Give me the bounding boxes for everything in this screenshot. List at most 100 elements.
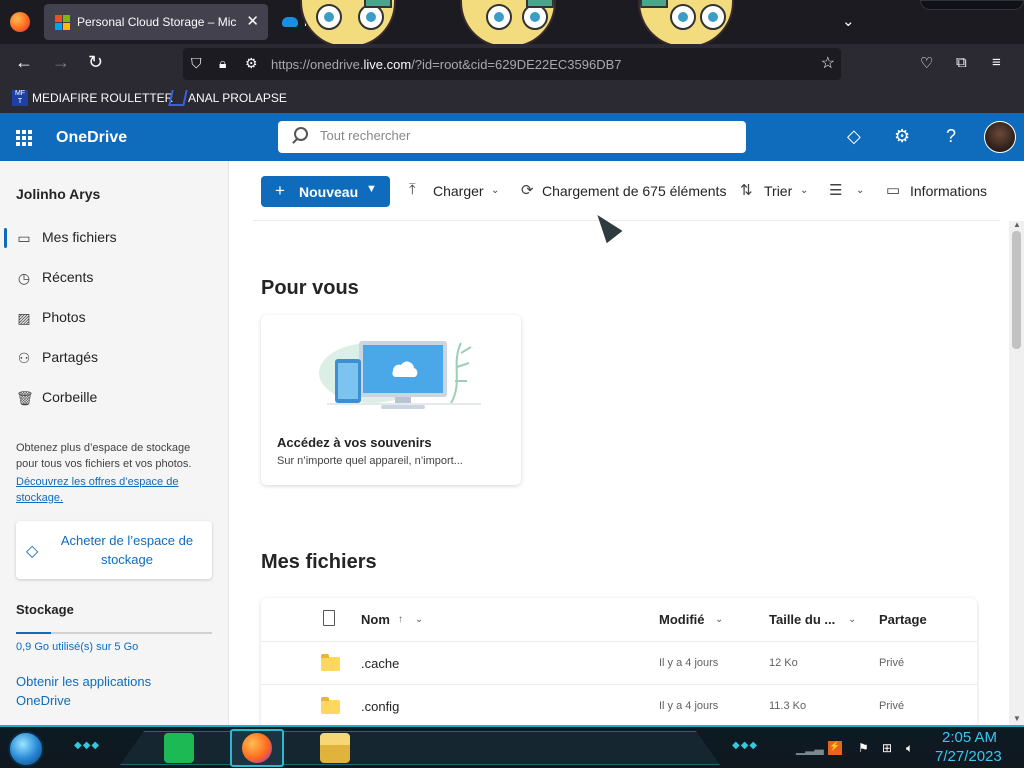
forward-arrow-icon[interactable]: → <box>52 52 70 73</box>
gear-icon[interactable]: ⚙ <box>894 126 910 147</box>
spotify-icon[interactable] <box>164 733 194 763</box>
card-subtitle: Sur n’importe quel appareil, n’import... <box>277 455 463 467</box>
chevron-down-icon[interactable]: ⌄ <box>842 12 855 30</box>
clock-time[interactable]: 2:05 AM <box>942 729 997 746</box>
sidebar-item-corbeille[interactable]: 🗑︎ Corbeille <box>0 380 228 416</box>
bookmark-star-icon[interactable]: ☆ <box>821 53 835 73</box>
flag-icon[interactable]: ⚑ <box>858 741 869 755</box>
taskbar: ◆◆◆ ◆◆◆ ▁▂▃ ⚡ ⚑ ⊞ 🔈︎ 2:05 AM 7/27/2023 <box>0 725 1024 768</box>
sidebar-item-partages[interactable]: ⚇ Partagés <box>0 340 228 376</box>
file-sharing: Privé <box>879 657 905 669</box>
plus-icon: + <box>275 181 285 200</box>
file-modified: Il y a 4 jours <box>659 700 719 712</box>
firefox-icon[interactable] <box>10 12 30 32</box>
firefox-taskbar-icon[interactable] <box>242 733 272 763</box>
clock-date[interactable]: 7/27/2023 <box>935 748 1002 765</box>
url-text[interactable]: https://onedrive.live.com/?id=root&cid=6… <box>271 57 622 72</box>
column-header-modified[interactable]: Modifié <box>659 612 705 627</box>
file-size: 12 Ko <box>769 657 798 669</box>
column-header-name[interactable]: Nom <box>361 612 390 627</box>
table-row[interactable]: .config Il y a 4 jours 11.3 Ko Privé <box>261 684 977 727</box>
upload-icon[interactable]: ⤒ <box>409 181 416 198</box>
app-tray-icon[interactable]: ⚡ <box>828 741 842 755</box>
app-title[interactable]: OneDrive <box>56 129 127 147</box>
card-title: Accédez à vos souvenirs <box>277 435 432 450</box>
sidebar-item-recents[interactable]: ◷ Récents <box>0 260 228 296</box>
storage-progress-fill <box>16 632 52 634</box>
decorative-chevrons: ◆◆◆ <box>732 740 759 751</box>
scroll-up-arrow-icon[interactable]: ▲ <box>1013 220 1021 229</box>
scrollbar-thumb[interactable] <box>1012 231 1021 349</box>
memories-card[interactable]: Accédez à vos souvenirs Sur n’importe qu… <box>261 315 521 485</box>
info-icon[interactable]: ▭ <box>886 181 900 199</box>
avatar[interactable] <box>984 121 1016 153</box>
folder-icon <box>321 697 340 714</box>
user-name: Jolinho Arys <box>16 186 101 202</box>
file-sharing: Privé <box>879 700 905 712</box>
new-button[interactable]: + Nouveau ▼ <box>261 176 390 207</box>
bookmark-item[interactable]: MEDIAFIRE ROULETTER <box>32 91 173 105</box>
app-launcher-icon[interactable] <box>16 130 32 146</box>
extensions-icon[interactable]: ⧉ <box>956 54 967 71</box>
sidebar-item-label: Récents <box>42 269 94 285</box>
chevron-down-icon[interactable]: ⌄ <box>856 185 864 196</box>
file-type-icon[interactable] <box>323 610 335 626</box>
lock-icon[interactable]: 🔒︎ <box>219 55 226 72</box>
get-apps-link[interactable]: Obtenir les applications OneDrive <box>16 672 196 710</box>
help-icon[interactable]: ? <box>946 126 956 147</box>
chevron-down-icon[interactable]: ⌄ <box>848 614 856 625</box>
volume-icon[interactable]: 🔈︎ <box>906 741 913 756</box>
address-bar[interactable]: ⛉ 🔒︎ ⚙ https://onedrive.live.com/?id=roo… <box>183 48 841 80</box>
anime-sticker <box>638 0 734 48</box>
chevron-down-icon[interactable]: ⌄ <box>415 614 423 625</box>
view-options-icon[interactable]: ☰ <box>829 181 842 199</box>
onedrive-header: OneDrive ◇ ⚙ ? <box>0 113 1024 161</box>
column-header-size[interactable]: Taille du ... <box>769 612 835 627</box>
microsoft-logo-icon <box>55 15 70 30</box>
menu-icon[interactable]: ≡ <box>992 54 1001 71</box>
upload-button[interactable]: Charger <box>433 183 484 199</box>
search-input[interactable] <box>320 128 720 143</box>
sidebar-item-photos[interactable]: ▨ Photos <box>0 300 228 336</box>
sidebar-item-label: Corbeille <box>42 389 98 405</box>
close-icon[interactable]: ✕ <box>246 12 259 30</box>
premium-diamond-icon[interactable]: ◇ <box>847 126 861 147</box>
search-box[interactable] <box>278 121 746 153</box>
show-hidden-icons-arrow[interactable]: ▁▂▃ <box>796 741 824 755</box>
pocket-icon[interactable]: ♡ <box>920 54 933 72</box>
loading-status: Chargement de 675 éléments <box>542 183 727 199</box>
network-icon[interactable]: ⊞ <box>882 741 892 755</box>
column-header-sharing[interactable]: Partage <box>879 612 927 627</box>
scrollbar[interactable]: ▲ ▼ <box>1009 220 1024 725</box>
reload-icon[interactable]: ↻ <box>88 52 103 73</box>
chevron-down-icon[interactable]: ⌄ <box>800 185 808 196</box>
file-name[interactable]: .config <box>361 699 399 714</box>
chevron-down-icon[interactable]: ⌄ <box>715 614 723 625</box>
back-arrow-icon[interactable]: ← <box>15 52 33 73</box>
table-row[interactable]: .cache Il y a 4 jours 12 Ko Privé <box>261 641 977 684</box>
bookmark-item[interactable]: ANAL PROLAPSE <box>188 91 287 105</box>
file-name[interactable]: .cache <box>361 656 399 671</box>
divider <box>253 220 1000 221</box>
permissions-icon[interactable]: ⚙ <box>245 55 258 72</box>
shield-icon[interactable]: ⛉ <box>191 55 202 72</box>
tab-onedrive[interactable]: Personal Cloud Storage – Micro ✕ <box>44 4 268 40</box>
sort-icon[interactable]: ⇅ <box>740 181 753 199</box>
search-icon <box>294 127 308 141</box>
file-explorer-icon[interactable] <box>320 733 350 763</box>
buy-storage-button[interactable]: ◇ Acheter de l’espace de stockage <box>16 521 212 579</box>
onedrive-cloud-icon <box>282 17 298 27</box>
command-bar: + Nouveau ▼ ⤒ Charger ⌄ ⟳ Chargement de … <box>229 161 1024 221</box>
storage-used-text[interactable]: 0,9 Go utilisé(s) sur 5 Go <box>16 641 138 653</box>
new-button-label: Nouveau <box>299 184 359 200</box>
sort-arrow-up-icon[interactable]: ↑ <box>398 614 403 625</box>
chevron-down-icon[interactable]: ⌄ <box>491 185 499 196</box>
scroll-down-arrow-icon[interactable]: ▼ <box>1013 714 1021 723</box>
storage-offers-link[interactable]: Découvrez les offres d’espace de stockag… <box>16 474 214 506</box>
info-button[interactable]: Informations <box>910 183 987 199</box>
history-icon: ◷ <box>17 270 31 286</box>
sidebar-item-mes-fichiers[interactable]: ▭ Mes fichiers <box>0 220 228 256</box>
start-button[interactable] <box>8 731 44 767</box>
sort-button[interactable]: Trier <box>764 183 792 199</box>
storage-progress-bar <box>16 632 212 634</box>
